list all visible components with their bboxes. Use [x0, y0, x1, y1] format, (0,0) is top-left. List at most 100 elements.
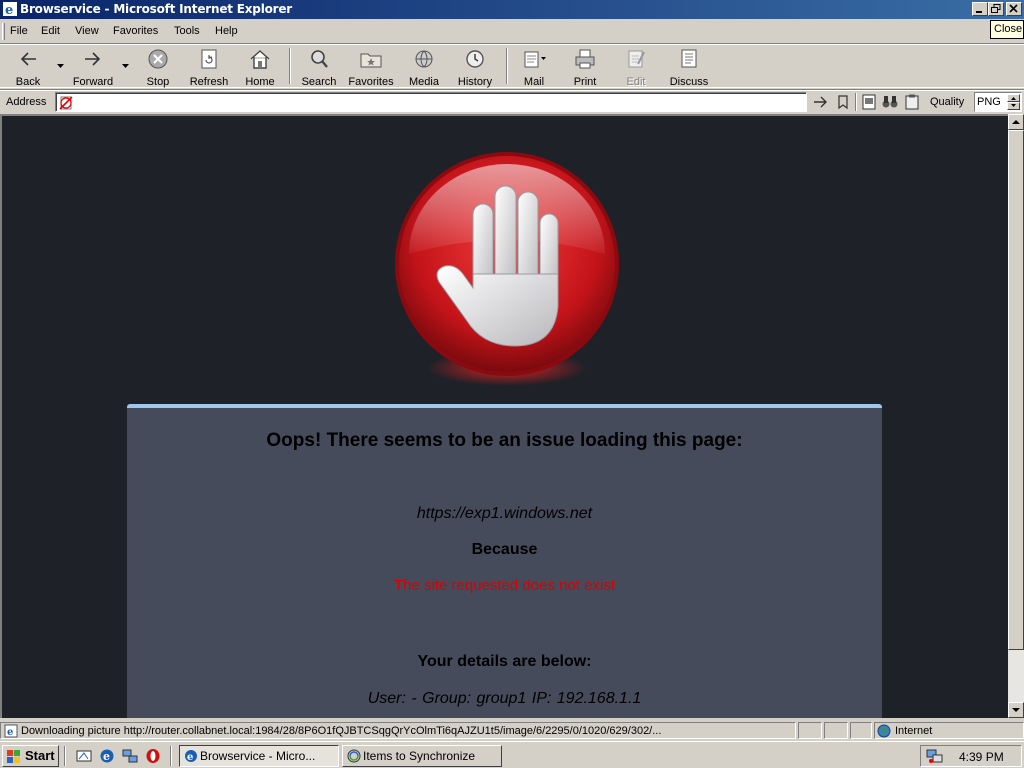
minimize-button[interactable] — [972, 2, 988, 16]
task-label: Browservice - Micro... — [200, 749, 316, 763]
standard-toolbar: Back Forward Stop Refresh Home Search Fa… — [0, 43, 1024, 88]
start-label: Start — [25, 748, 55, 763]
svg-text:e: e — [5, 3, 13, 16]
quality-select[interactable]: PNG — [974, 92, 1022, 112]
start-button[interactable]: Start — [2, 745, 59, 767]
menu-bar: File Edit View Favorites Tools Help — [0, 21, 1024, 42]
close-tooltip: Close — [990, 20, 1024, 39]
page-view-icon[interactable] — [860, 94, 878, 110]
home-icon — [250, 50, 270, 69]
quality-label: Quality — [930, 96, 965, 108]
details-heading: Your details are below: — [417, 653, 592, 670]
history-button[interactable]: History — [452, 46, 498, 88]
address-bar: Address Quality PNG — [0, 89, 1024, 113]
system-tray: 4:39 PM — [920, 745, 1022, 767]
ie-launch-icon[interactable]: e — [99, 748, 115, 764]
edit-button[interactable]: Edit — [618, 46, 654, 88]
because-label: Because — [471, 541, 538, 558]
quality-value: PNG — [977, 96, 1001, 108]
bookmark-icon[interactable] — [834, 94, 852, 110]
error-heading: Oops! There seems to be an issue loading… — [266, 430, 743, 451]
error-reason: The site requested does not exist — [394, 577, 615, 594]
menu-grip[interactable] — [2, 23, 5, 40]
scroll-up-icon — [1012, 120, 1020, 124]
back-dropdown-icon[interactable] — [57, 64, 64, 68]
svg-text:e: e — [187, 752, 193, 763]
edit-page-icon — [628, 50, 645, 68]
back-button[interactable]: Back — [8, 46, 48, 88]
address-input[interactable] — [55, 92, 807, 112]
find-binoculars-icon[interactable] — [881, 94, 899, 110]
broken-page-icon — [59, 96, 73, 110]
page-content: Oops! There seems to be an issue loading… — [0, 114, 1008, 718]
media-button[interactable]: Media — [404, 46, 444, 88]
taskbar: Start e e Browservice - Micro... Items t… — [0, 741, 1024, 768]
minimize-icon — [976, 11, 982, 13]
task-browservice[interactable]: e Browservice - Micro... — [179, 745, 339, 767]
mail-button[interactable]: Mail — [515, 46, 553, 88]
zone-label: Internet — [895, 725, 933, 737]
windows-logo-icon — [7, 750, 20, 763]
history-clock-icon — [466, 50, 484, 68]
stop-button[interactable]: Stop — [140, 46, 176, 88]
svg-text:e: e — [103, 750, 110, 763]
home-button[interactable]: Home — [240, 46, 280, 88]
mail-icon — [524, 51, 546, 68]
quality-down-button[interactable] — [1007, 102, 1020, 110]
task-items-to-synchronize[interactable]: Items to Synchronize — [342, 745, 502, 767]
printer-icon — [575, 49, 595, 69]
show-desktop-icon[interactable] — [76, 748, 92, 764]
ie-icon: e — [3, 2, 17, 16]
status-text: Downloading picture http://router.collab… — [21, 725, 662, 737]
zone-pane: Internet — [874, 722, 1024, 739]
menu-file[interactable]: File — [7, 24, 31, 38]
toolbar-separator — [289, 48, 291, 84]
clipboard-icon[interactable] — [903, 94, 921, 110]
forward-button[interactable]: Forward — [70, 46, 116, 88]
requested-url: https://exp1.windows.net — [416, 505, 593, 522]
ie-task-icon: e — [185, 750, 197, 763]
vertical-scrollbar[interactable] — [1008, 114, 1024, 718]
page-loading-icon: e — [4, 724, 18, 738]
opera-icon[interactable] — [145, 748, 161, 764]
favorites-button[interactable]: Favorites — [346, 46, 396, 88]
clock[interactable]: 4:39 PM — [959, 750, 1004, 764]
scroll-thumb[interactable] — [1008, 130, 1024, 650]
menu-favorites[interactable]: Favorites — [110, 24, 161, 38]
quality-up-button[interactable] — [1007, 94, 1020, 102]
menu-edit[interactable]: Edit — [38, 24, 63, 38]
toolbar-separator — [506, 48, 508, 84]
title-bar: e Browservice - Microsoft Internet Explo… — [0, 0, 1024, 19]
close-icon — [1009, 4, 1018, 13]
scroll-up-button[interactable] — [1008, 114, 1024, 130]
sync-icon — [347, 749, 361, 763]
close-button[interactable] — [1006, 2, 1022, 16]
forward-dropdown-icon[interactable] — [122, 64, 129, 68]
menu-tools[interactable]: Tools — [171, 24, 203, 38]
go-arrow-icon[interactable] — [812, 94, 830, 110]
discuss-button[interactable]: Discuss — [668, 46, 710, 88]
network-icon[interactable] — [122, 748, 138, 764]
address-label: Address — [6, 96, 47, 108]
back-arrow-icon — [20, 52, 36, 66]
quicklaunch-separator — [170, 746, 172, 766]
restore-button[interactable] — [988, 2, 1004, 16]
status-pane-blank — [798, 722, 822, 739]
search-button[interactable]: Search — [298, 46, 340, 88]
scroll-down-button[interactable] — [1008, 702, 1024, 718]
print-button[interactable]: Print — [566, 46, 604, 88]
status-pane-blank — [824, 722, 848, 739]
window-title: Browservice - Microsoft Internet Explore… — [20, 2, 293, 16]
restore-icon — [991, 4, 1001, 13]
tray-network-icon[interactable] — [926, 749, 944, 764]
refresh-button[interactable]: Refresh — [186, 46, 232, 88]
stop-hand-icon — [395, 152, 619, 386]
favorites-folder-icon — [360, 53, 382, 68]
error-panel: Oops! There seems to be an issue loading… — [127, 404, 882, 718]
menu-view[interactable]: View — [72, 24, 102, 38]
refresh-icon — [201, 49, 217, 69]
search-icon — [311, 50, 328, 68]
status-pane: e Downloading picture http://router.coll… — [0, 722, 796, 739]
menu-help[interactable]: Help — [212, 24, 241, 38]
quicklaunch-separator — [64, 746, 66, 766]
